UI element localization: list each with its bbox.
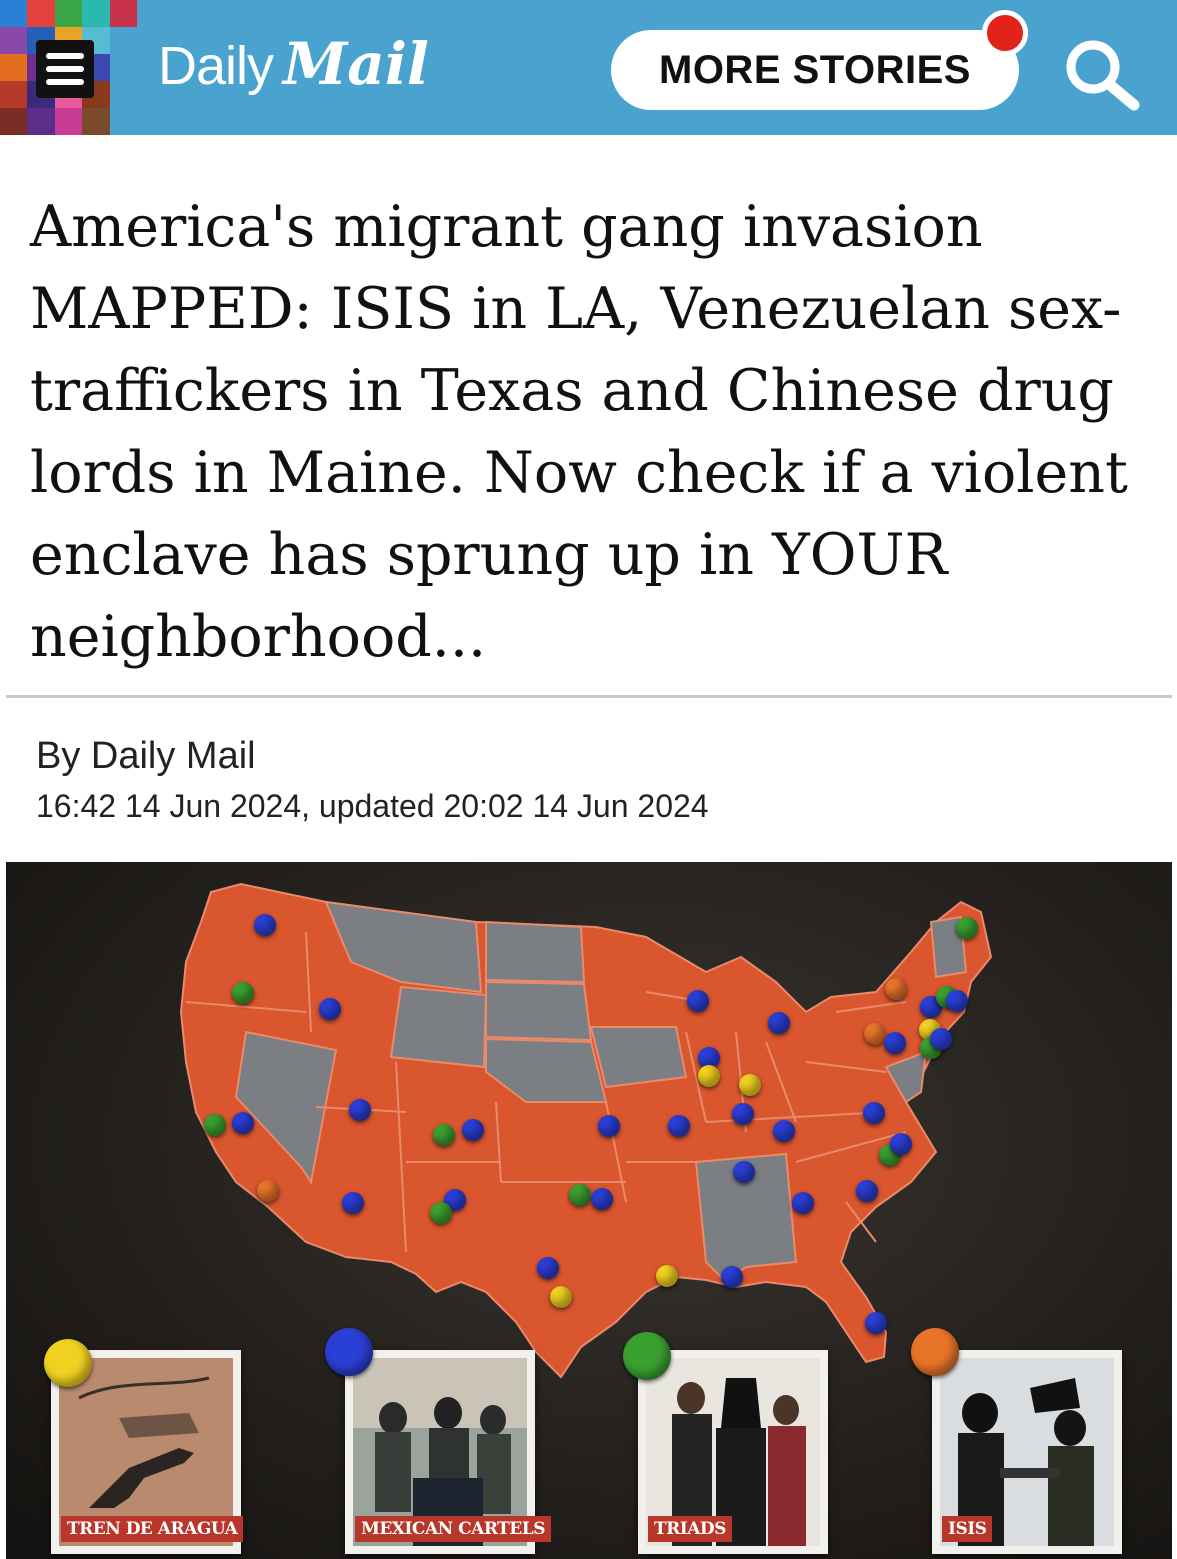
divider — [6, 695, 1172, 698]
map-pin-triad — [956, 917, 978, 939]
state-wyoming — [389, 985, 488, 1069]
article-byline: By Daily Mail — [36, 735, 256, 777]
map-pin-cartel — [773, 1120, 795, 1142]
state-north-dakota — [485, 920, 586, 984]
state-south-dakota — [485, 980, 593, 1042]
map-pin-isis — [885, 978, 907, 1000]
map-pin-isis — [257, 1180, 279, 1202]
map-pin-cartel — [863, 1102, 885, 1124]
map-pin-cartel — [319, 998, 341, 1020]
map-pin-cartel — [721, 1266, 743, 1288]
map-pin-cartel — [930, 1028, 952, 1050]
map-pin-tren-de-aragua — [698, 1065, 720, 1087]
notification-dot — [982, 10, 1028, 56]
map-pin-cartel — [598, 1115, 620, 1137]
legend-label-tren-de-aragua: TREN DE ARAGUA — [61, 1516, 244, 1542]
article-dateline: 16:42 14 Jun 2024, updated 20:02 14 Jun … — [36, 788, 709, 824]
state-iowa — [589, 1026, 688, 1089]
legend-card-triads[interactable]: TRIADS — [638, 1350, 828, 1554]
map-pin-cartel — [733, 1161, 755, 1183]
map-pin-cartel — [342, 1192, 364, 1214]
legend-card-mexican-cartels[interactable]: MEXICAN CARTELS — [345, 1350, 551, 1554]
map-pin-triad — [569, 1184, 591, 1206]
us-gang-map-image[interactable]: TREN DE ARAGUA MEXICAN CARTELS TRIADS IS… — [6, 862, 1172, 1559]
map-pin-triad — [433, 1124, 455, 1146]
hamburger-menu-icon[interactable] — [36, 40, 94, 98]
map-pin-cartel — [462, 1119, 484, 1141]
map-pin-tren-de-aragua — [550, 1286, 572, 1308]
map-pin-cartel — [946, 990, 968, 1012]
legend-card-isis[interactable]: ISIS — [932, 1350, 1122, 1554]
map-pin-cartel — [890, 1133, 912, 1155]
map-pin-cartel — [591, 1188, 613, 1210]
map-pin-tren-de-aragua — [739, 1074, 761, 1096]
legend-pin-tren-de-aragua — [44, 1339, 92, 1387]
map-pin-cartel — [732, 1103, 754, 1125]
map-pin-triad — [204, 1114, 226, 1136]
search-icon[interactable] — [1060, 35, 1144, 111]
map-pin-tren-de-aragua — [656, 1265, 678, 1287]
legend-label-isis: ISIS — [942, 1516, 993, 1542]
map-pin-cartel — [537, 1257, 559, 1279]
article-headline: America's migrant gang invasion MAPPED: … — [30, 194, 1128, 670]
site-header: Daily Mail MORE STORIES — [0, 0, 1177, 135]
legend-pin-mexican-cartels — [325, 1328, 373, 1376]
map-pin-triad — [430, 1202, 452, 1224]
map-pin-cartel — [792, 1192, 814, 1214]
legend-pin-isis — [911, 1328, 959, 1376]
daily-mail-logo[interactable]: Daily Mail — [158, 30, 429, 110]
map-pin-cartel — [768, 1012, 790, 1034]
map-pin-cartel — [856, 1180, 878, 1202]
legend-label-mexican-cartels: MEXICAN CARTELS — [355, 1516, 551, 1542]
map-pin-triad — [232, 982, 254, 1004]
map-pin-cartel — [687, 990, 709, 1012]
more-stories-button[interactable]: MORE STORIES — [611, 30, 1019, 110]
map-pin-cartel — [232, 1112, 254, 1134]
map-pin-isis — [864, 1023, 886, 1045]
logo-daily-text: Daily — [158, 36, 274, 96]
legend-label-triads: TRIADS — [648, 1516, 732, 1542]
map-pin-cartel — [254, 914, 276, 936]
logo-mail-text: Mail — [283, 30, 429, 98]
map-pin-cartel — [668, 1115, 690, 1137]
map-pin-cartel — [349, 1099, 371, 1121]
map-pin-cartel — [884, 1032, 906, 1054]
map-pin-cartel — [865, 1312, 887, 1334]
legend-pin-triads — [623, 1332, 671, 1380]
